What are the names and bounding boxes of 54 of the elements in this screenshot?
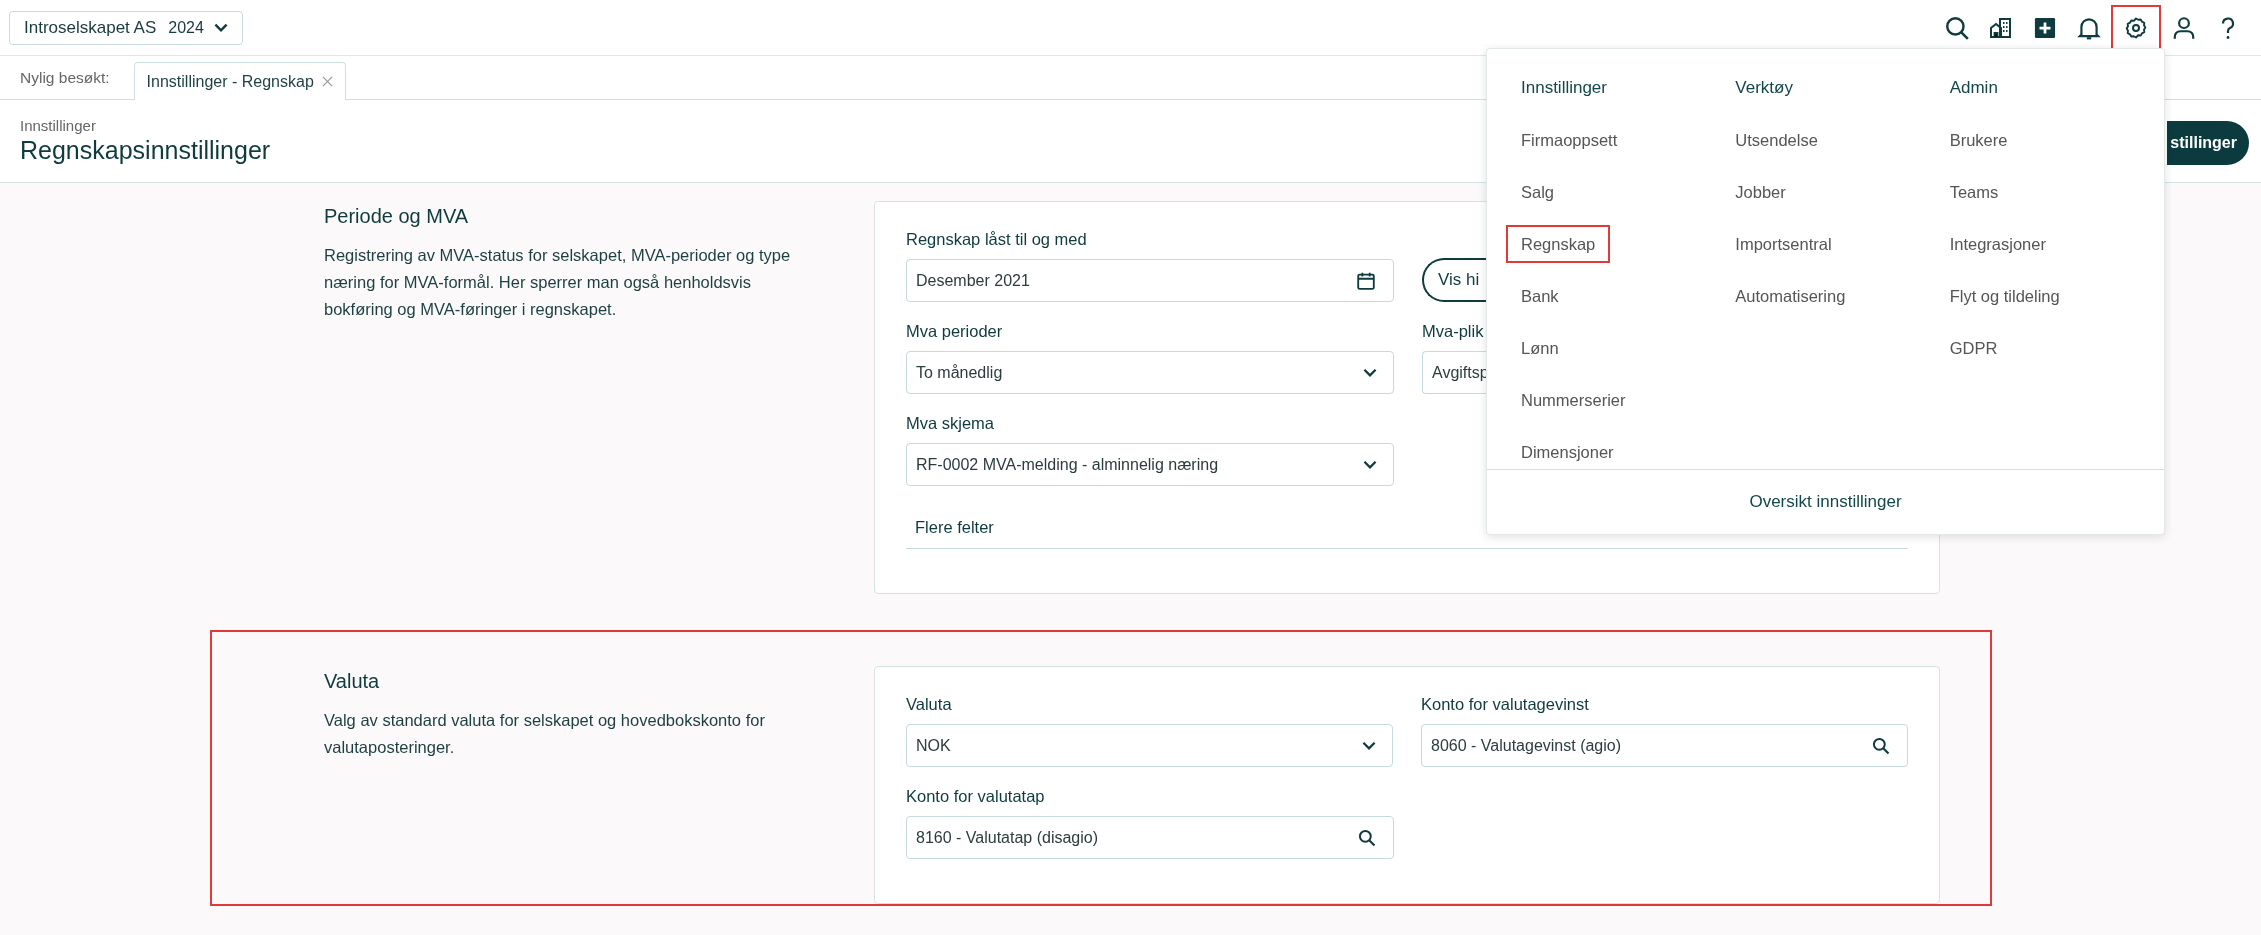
menu-item[interactable]: Integrasjoner <box>1934 225 2061 263</box>
settings-icon <box>2124 15 2148 40</box>
chevron-icon <box>1363 460 1377 469</box>
field-label: Mva perioder <box>906 322 1004 341</box>
settings-button[interactable]: stillinger <box>2167 121 2249 165</box>
page-title: Regnskapsinnstillinger <box>20 136 271 165</box>
select-field[interactable]: RF-0002 MVA-melding - alminnelig næring <box>906 443 1394 486</box>
field-label: Valuta <box>906 695 953 714</box>
select-field[interactable]: NOK <box>906 724 1393 767</box>
company-selector[interactable]: Introselskapet AS 2024 <box>9 10 243 45</box>
menu-item[interactable]: Dimensjoner <box>1506 433 1629 471</box>
field-label: Regnskap låst til og med <box>906 230 1088 249</box>
field-label: Konto for valutatap <box>906 787 1046 806</box>
search-icon <box>1871 735 1891 756</box>
menu-item[interactable]: Utsendelse <box>1720 121 1833 159</box>
menu-item[interactable]: Regnskap <box>1506 225 1611 263</box>
section-description: Registrering av MVA-status for selskapet, MVA-perioder og type næring for MVA-formål. Her sperrer man også henholdsvis bokføring og MVA-føringer i regnskapet. <box>324 245 792 320</box>
close-icon[interactable] <box>321 76 333 87</box>
menu-heading: Admin <box>1949 78 1998 98</box>
menu-item[interactable]: Bank <box>1506 277 1574 315</box>
section-description: Valg av standard valuta for selskapet og hovedbokskonto for valutaposteringer. <box>324 710 766 758</box>
search-field[interactable]: 8060 - Valutagevinst (agio) <box>1421 724 1908 767</box>
building-icon <box>1988 15 2013 40</box>
date-field[interactable]: Desember 2021 <box>906 259 1394 302</box>
chevron-icon <box>1362 741 1376 750</box>
search-icon <box>1357 827 1377 848</box>
plus-icon <box>2033 16 2056 39</box>
menu-item[interactable]: Teams <box>1934 173 2014 211</box>
menu-item[interactable]: Firmaoppsett <box>1506 121 1633 159</box>
menu-item[interactable]: Lønn <box>1506 329 1574 367</box>
overview-link[interactable]: Oversikt innstillinger <box>1749 492 1902 512</box>
select-field[interactable]: To månedlig <box>906 351 1394 394</box>
section-title: Periode og MVA <box>324 205 470 228</box>
menu-heading: Verktøy <box>1735 78 1793 98</box>
menu-item[interactable]: Brukere <box>1934 121 2023 159</box>
menu-item[interactable]: Automatisering <box>1720 277 1861 315</box>
menu-item[interactable]: Jobber <box>1720 173 1801 211</box>
field-label: Mva-plik <box>1422 322 1485 341</box>
menu-item[interactable]: GDPR <box>1934 329 2013 367</box>
chevron-icon <box>213 23 228 32</box>
menu-item[interactable]: Nummerserier <box>1506 381 1641 419</box>
breadcrumb: Innstillinger <box>20 117 97 134</box>
menu-item[interactable]: Importsentral <box>1720 225 1847 263</box>
chevron-icon <box>1363 368 1377 377</box>
menu-item[interactable]: Flyt og tildeling <box>1934 277 2075 315</box>
field-label: Konto for valutagevinst <box>1421 695 1590 714</box>
menu-heading: Innstillinger <box>1521 78 1607 98</box>
recent-label: Nylig besøkt: <box>20 68 110 87</box>
section-title: Valuta <box>324 670 381 693</box>
recent-tab[interactable]: Innstillinger - Regnskap <box>133 62 346 100</box>
menu-item[interactable]: Salg <box>1506 173 1570 211</box>
field-label: Mva skjema <box>906 414 996 433</box>
search-field[interactable]: 8160 - Valutatap (disagio) <box>906 816 1394 859</box>
search-icon <box>1943 14 1970 41</box>
